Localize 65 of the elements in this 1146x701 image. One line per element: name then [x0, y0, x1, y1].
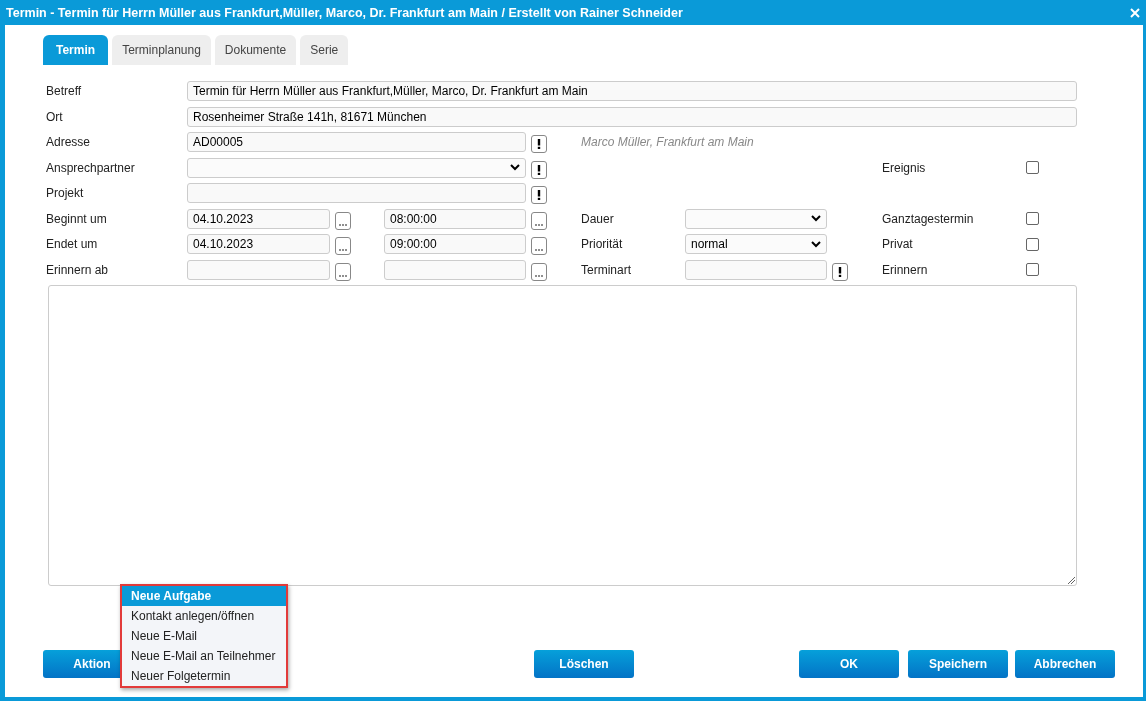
lookup-button[interactable]	[531, 186, 547, 204]
checkbox[interactable]	[1026, 237, 1039, 251]
date-field[interactable]	[187, 259, 330, 280]
location-field[interactable]: Rosenheimer Straße 141h, 81671 München	[187, 106, 1077, 127]
ok-button[interactable]: OK	[799, 649, 899, 678]
window-title: Termin - Termin für Herrn Müller aus Frankfurt,Müller, Marco, Dr. Frankfurt am Main / Erstellt von Rainer Schneider	[6, 5, 683, 20]
ellipsis-icon	[339, 274, 347, 277]
lookup-button[interactable]	[531, 135, 547, 153]
checkbox-label: Privat	[882, 237, 914, 251]
time-picker-button[interactable]	[531, 211, 547, 230]
cancel-button[interactable]: Abbrechen	[1015, 649, 1115, 678]
delete-button[interactable]: Löschen	[534, 649, 634, 678]
close-icon[interactable]	[1130, 7, 1140, 18]
field-label: Betreff	[46, 84, 83, 98]
menu-item[interactable]: Kontakt anlegen/öffnen	[122, 605, 286, 626]
exclamation-icon	[537, 164, 541, 175]
date-picker-button[interactable]	[335, 237, 351, 255]
appointment-type-field[interactable]	[685, 259, 827, 280]
exclamation-icon	[838, 266, 842, 277]
subject-field[interactable]: Termin für Herrn Müller aus Frankfurt,Müller, Marco, Dr. Frankfurt am Main	[187, 81, 1077, 101]
menu-item[interactable]: Neue E-Mail	[122, 625, 286, 646]
checkbox[interactable]	[1026, 212, 1039, 225]
address-field[interactable]: AD00005	[187, 132, 526, 152]
date-picker-button[interactable]	[335, 211, 351, 230]
address-info: Marco Müller, Frankfurt am Main	[581, 135, 755, 149]
field-label: Erinnern ab	[46, 262, 110, 277]
project-field[interactable]	[187, 183, 526, 203]
time-field[interactable]	[384, 259, 526, 280]
checkbox[interactable]	[1026, 161, 1039, 174]
chevron-down-icon	[811, 215, 821, 222]
checkbox-label: Ereignis	[882, 160, 927, 175]
field-label: Projekt	[46, 186, 85, 200]
field-label: Ort	[46, 109, 64, 124]
exclamation-icon	[537, 190, 541, 200]
field-label: Priorität	[581, 237, 624, 251]
checkbox-label: Ganztagestermin	[882, 211, 975, 226]
field-label: Terminart	[581, 262, 632, 277]
field-label: Dauer	[581, 211, 615, 226]
tab[interactable]: Dokumente	[214, 35, 297, 65]
ellipsis-icon	[339, 223, 347, 226]
tab[interactable]: Terminplanung	[112, 35, 211, 65]
lookup-button[interactable]	[531, 160, 547, 179]
field-label: Beginnt um	[46, 211, 108, 226]
field-label: Ansprechpartner	[46, 160, 136, 175]
chevron-down-icon	[510, 164, 520, 171]
date-field[interactable]: 04.10.2023	[187, 208, 330, 229]
time-field[interactable]: 08:00:00	[384, 208, 526, 229]
priority-dropdown[interactable]: normal	[685, 234, 827, 254]
field-label: Adresse	[46, 135, 92, 149]
field-label: Endet um	[46, 237, 99, 251]
exclamation-icon	[537, 139, 541, 149]
lookup-button[interactable]	[832, 262, 848, 281]
time-picker-button[interactable]	[531, 237, 547, 255]
ellipsis-icon	[535, 274, 543, 277]
date-picker-button[interactable]	[335, 262, 351, 281]
time-field[interactable]: 09:00:00	[384, 234, 526, 254]
chevron-down-icon	[811, 240, 821, 248]
save-button[interactable]: Speichern	[908, 649, 1008, 678]
tab[interactable]: Serie	[300, 35, 349, 65]
ellipsis-icon	[535, 223, 543, 226]
date-field[interactable]: 04.10.2023	[187, 234, 330, 254]
checkbox[interactable]	[1026, 263, 1039, 276]
resize-grip-icon[interactable]	[1067, 575, 1075, 584]
checkbox-label: Erinnern	[882, 262, 929, 277]
time-picker-button[interactable]	[531, 262, 547, 281]
